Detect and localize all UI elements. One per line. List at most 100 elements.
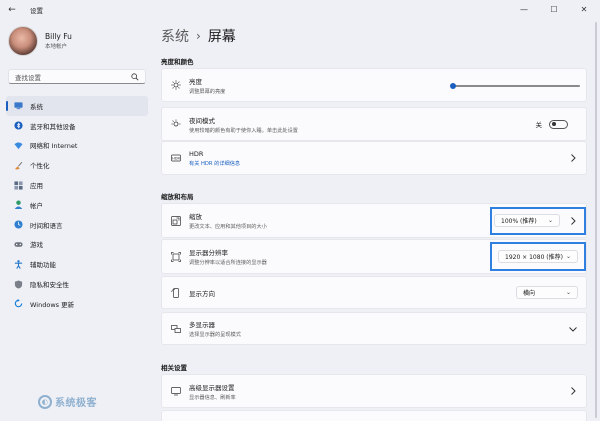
resolution-desc: 调整分辨率以适合所连接的显示器 — [189, 260, 267, 266]
user-profile[interactable]: Billy Fu 本地帐户 — [8, 26, 72, 56]
maximize-button[interactable]: ☐ — [540, 2, 568, 16]
title-bar: ← 设置 — ☐ ✕ — [0, 0, 600, 20]
sidebar-item-label: 隐私和安全性 — [30, 281, 69, 290]
section-title-scale-layout: 缩放和布局 — [161, 193, 194, 201]
privacy-icon — [14, 280, 23, 289]
section-title-brightness-color: 亮度和颜色 — [161, 58, 194, 66]
sidebar-item-label: 个性化 — [30, 162, 50, 171]
minimize-button[interactable]: — — [510, 2, 538, 16]
next-setting-card[interactable] — [161, 410, 587, 421]
sidebar-item-label: 系统 — [30, 102, 43, 111]
search-icon — [131, 72, 139, 80]
night-light-title: 夜间模式 — [189, 116, 215, 125]
sidebar-item-label: 蓝牙和其他设备 — [30, 122, 76, 131]
toggle-knob — [552, 122, 556, 126]
search-input[interactable]: 查找设置 — [8, 69, 146, 84]
hdr-card[interactable]: HDR HDR 有关 HDR 的详细信息 — [161, 141, 587, 175]
advanced-display-title: 高级显示器设置 — [189, 383, 235, 392]
night-light-toggle[interactable] — [549, 119, 568, 129]
sidebar-item-privacy[interactable]: 隐私和安全性 — [6, 274, 148, 294]
breadcrumb-root[interactable]: 系统 — [161, 26, 189, 46]
highlight-box-resolution — [490, 242, 586, 271]
sun-icon — [171, 80, 181, 90]
sidebar-item-label: 辅助功能 — [30, 261, 56, 270]
sidebar-item-label: 游戏 — [30, 241, 43, 250]
slider-thumb[interactable] — [450, 83, 456, 89]
scale-desc: 更改文本、应用和其他项目的大小 — [189, 224, 267, 230]
chevron-right-icon — [571, 387, 576, 395]
sidebar-item-time-language[interactable]: 时间和语言 — [6, 215, 148, 235]
page-title: 屏幕 — [207, 29, 236, 45]
hdr-info-link[interactable]: 有关 HDR 的详细信息 — [189, 161, 240, 167]
sidebar-item-network[interactable]: 网络和 Internet — [6, 136, 148, 156]
profile-account-type: 本地帐户 — [45, 44, 68, 50]
orientation-title: 显示方向 — [189, 289, 215, 298]
svg-text:HDR: HDR — [172, 157, 180, 161]
chevron-right-icon — [571, 154, 576, 162]
resolution-icon — [171, 251, 181, 262]
advanced-display-desc: 显示器信息、刷新率 — [189, 394, 236, 401]
time-language-icon — [14, 220, 23, 229]
sidebar-item-label: 帐户 — [30, 201, 43, 210]
watermark-text: 系统极客 — [55, 398, 97, 409]
sidebar-item-accessibility[interactable]: 辅助功能 — [6, 254, 148, 274]
close-button[interactable]: ✕ — [570, 2, 598, 16]
sidebar-item-label: 应用 — [30, 182, 43, 191]
chevron-down-icon: ⌄ — [565, 289, 571, 296]
monitor-icon — [171, 387, 181, 396]
orientation-icon — [171, 287, 179, 298]
scale-icon — [171, 215, 181, 226]
watermark: ◐ 系统极客 — [38, 394, 97, 409]
sidebar-item-gaming[interactable]: 游戏 — [6, 235, 148, 255]
sidebar-item-windows-update[interactable]: Windows 更新 — [6, 294, 148, 314]
orientation-card: 显示方向 横向 ⌄ — [161, 276, 587, 309]
search-placeholder: 查找设置 — [15, 73, 41, 82]
personalization-icon — [14, 161, 23, 170]
multi-display-icon — [171, 324, 181, 333]
sidebar-item-bluetooth[interactable]: 蓝牙和其他设备 — [6, 116, 148, 136]
sidebar-item-label: 时间和语言 — [30, 221, 63, 230]
gaming-icon — [14, 242, 23, 247]
windows-update-icon — [14, 299, 23, 308]
back-arrow-icon[interactable]: ← — [6, 4, 18, 16]
scrollbar[interactable] — [595, 22, 597, 418]
watermark-logo-icon: ◐ — [38, 394, 52, 409]
multi-display-card[interactable]: 多显示器 选择显示器的呈现模式 — [161, 312, 587, 345]
app-title: 设置 — [30, 7, 43, 15]
sidebar-item-accounts[interactable]: 帐户 — [6, 195, 148, 215]
hdr-icon: HDR — [171, 154, 181, 162]
scale-title: 缩放 — [189, 213, 202, 221]
breadcrumb-separator: › — [196, 29, 201, 43]
slider-track — [452, 85, 580, 87]
apps-icon — [14, 181, 23, 190]
profile-name: Billy Fu — [45, 32, 72, 41]
highlight-box-scale — [490, 207, 586, 235]
chevron-down-icon — [569, 326, 577, 332]
night-light-desc: 使用较暗的颜色有助于使你入睡。单击此处设置 — [189, 127, 298, 134]
resolution-title: 显示器分辨率 — [189, 249, 228, 257]
sidebar-nav: 系统 蓝牙和其他设备 网络和 Internet 个性化 应用 帐户 时间和语言 … — [6, 96, 148, 314]
avatar — [8, 26, 38, 56]
night-light-icon — [171, 119, 181, 127]
section-title-related: 相关设置 — [161, 364, 187, 372]
hdr-title: HDR — [189, 149, 204, 158]
orientation-dropdown[interactable]: 横向 ⌄ — [516, 286, 578, 299]
accessibility-icon — [14, 259, 23, 269]
advanced-display-card[interactable]: 高级显示器设置 显示器信息、刷新率 — [161, 374, 587, 408]
sidebar-item-system[interactable]: 系统 — [6, 96, 148, 116]
sidebar-item-label: 网络和 Internet — [30, 142, 78, 151]
multi-display-desc: 选择显示器的呈现模式 — [189, 332, 241, 338]
sidebar-item-label: Windows 更新 — [30, 300, 75, 309]
system-icon — [14, 102, 23, 110]
sidebar-item-apps[interactable]: 应用 — [6, 175, 148, 195]
accounts-icon — [14, 200, 23, 210]
night-light-toggle-label: 关 — [535, 121, 543, 129]
brightness-slider[interactable] — [450, 83, 580, 89]
breadcrumb: 系统 › 屏幕 — [161, 26, 236, 46]
bluetooth-icon — [14, 121, 23, 130]
sidebar-item-personalization[interactable]: 个性化 — [6, 155, 148, 175]
network-icon — [14, 142, 23, 150]
night-light-card[interactable]: 夜间模式 使用较暗的颜色有助于使你入睡。单击此处设置 关 — [161, 107, 587, 141]
brightness-desc: 调整屏幕的亮度 — [189, 88, 226, 95]
multi-display-title: 多显示器 — [189, 321, 215, 329]
